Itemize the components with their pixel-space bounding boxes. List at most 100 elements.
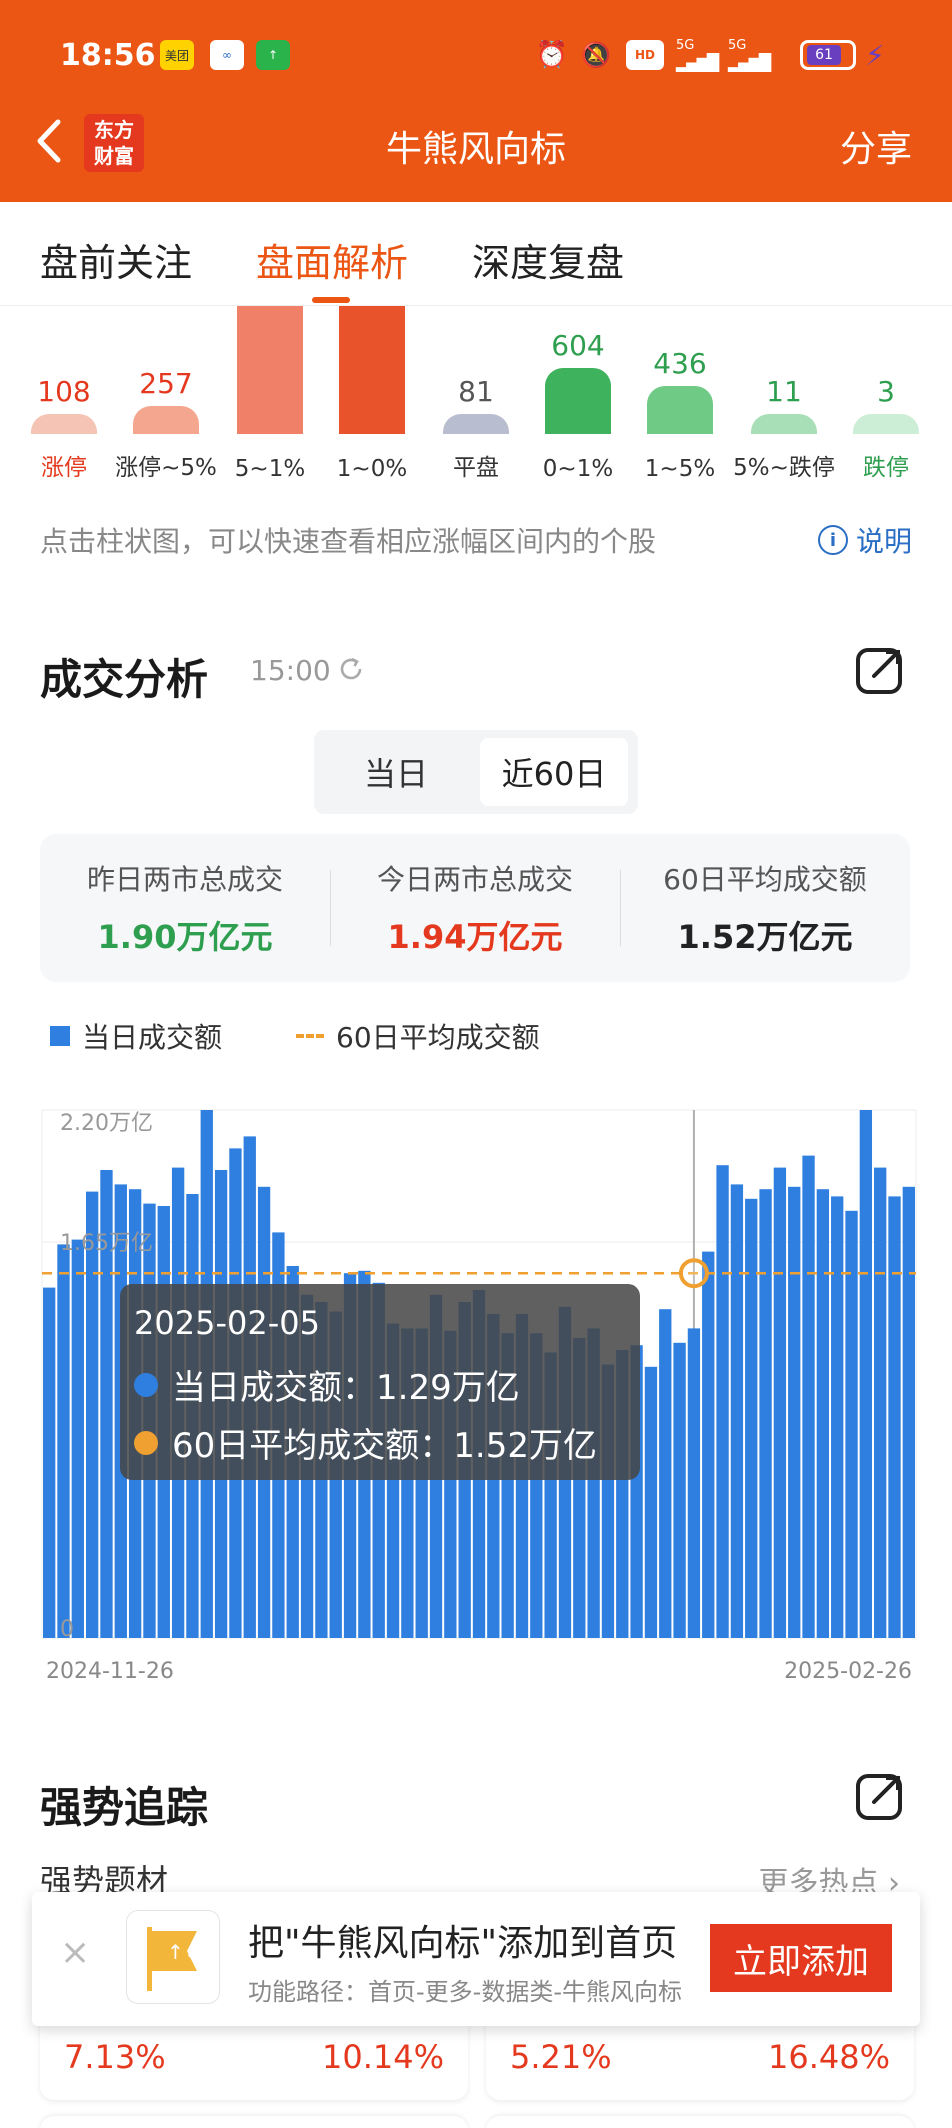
tooltip-avg-row: 60日平均成交额：1.52万亿 (134, 1418, 597, 1467)
legend-line-swatch (296, 1034, 325, 1038)
upload-app-icon: ↑ (256, 40, 290, 70)
meituan-app-icon: 美团 (160, 40, 194, 70)
turnover-bar[interactable] (802, 1155, 815, 1638)
turnover-bar[interactable] (888, 1196, 901, 1638)
turnover-bar[interactable] (730, 1184, 744, 1638)
add-to-home-banner: × ↑↓ 把"牛熊风向标"添加到首页 功能路径：首页-更多-数据类-牛熊风向标 … (32, 1892, 920, 2026)
turnover-bar[interactable] (745, 1198, 758, 1638)
turnover-bar[interactable] (43, 1287, 56, 1638)
strength-section-title: 强势追踪 (40, 1783, 209, 1832)
turnover-bar[interactable] (687, 1328, 701, 1638)
chart-legend: 当日成交额 60日平均成交额 (50, 1016, 540, 1056)
stat-label: 60日平均成交额 (663, 863, 867, 896)
tooltip-date: 2025-02-05 (134, 1304, 320, 1342)
turnover-bar[interactable] (759, 1189, 772, 1638)
signal-5g-label: 5G (676, 38, 695, 53)
info-icon: i (817, 525, 848, 555)
distribution-bar[interactable] (443, 414, 509, 434)
distribution-count: 436 (653, 347, 707, 380)
turnover-bar[interactable] (874, 1167, 887, 1638)
distribution-bar[interactable] (237, 306, 303, 434)
stat-60day-average: 60日平均成交额 1.52万亿元 (620, 858, 910, 958)
turnover-bar[interactable] (673, 1342, 686, 1638)
turnover-bar[interactable] (831, 1196, 844, 1638)
distribution-range-label: 1~5% (644, 456, 716, 482)
tooltip-avg-dot (134, 1430, 158, 1455)
signal-5g-icon: 5G ▂▄▆█ (676, 38, 719, 72)
banner-title: 把"牛熊风向标"添加到首页 (248, 1923, 678, 1964)
topic-cards: 7.13% 10.14% 5.21% 16.48% (0, 2010, 952, 2128)
distribution-range-label: 平盘 (453, 455, 499, 481)
tooltip-bar-dot (134, 1372, 158, 1397)
distribution-count: 108 (37, 375, 91, 408)
battery-level: 61 (807, 45, 841, 65)
turnover-bar[interactable] (845, 1210, 858, 1638)
refresh-icon[interactable] (336, 654, 366, 684)
legend-bar-label: 当日成交额 (82, 1021, 223, 1054)
turnover-bar[interactable] (659, 1309, 672, 1638)
page-title: 牛熊风向标 (385, 129, 566, 170)
add-now-button[interactable]: 立即添加 (710, 1924, 892, 1992)
turnover-bar[interactable] (788, 1186, 801, 1638)
mute-icon: 🔕 (581, 41, 611, 69)
distribution-range-label: 跌停 (863, 455, 909, 481)
turnover-bar[interactable] (816, 1189, 830, 1638)
topic-change: 10.14% (321, 2038, 444, 2076)
explain-link[interactable]: i 说明 (817, 520, 912, 560)
segment-60days[interactable]: 近60日 (480, 738, 628, 806)
turnover-bar[interactable] (57, 1244, 70, 1638)
y-tick-label: 2.20万亿 (60, 1111, 153, 1136)
distribution-bar[interactable] (751, 414, 817, 434)
distribution-hint: 点击柱状图，可以快速查看相应涨幅区间内的个股 (40, 525, 657, 558)
battery-icon: 61 (800, 40, 856, 70)
distribution-count: 11 (766, 375, 802, 408)
turnover-bar[interactable] (716, 1165, 729, 1638)
status-bar: 18:56 美团 ∞ ↑ ⏰ 🔕 HD 5G ▂▄▆█ 5G ▂▄▆█ 61 ⚡ (0, 34, 952, 78)
distribution-range-label: 涨停 (41, 455, 87, 481)
topic-card[interactable] (40, 2116, 468, 2128)
turnover-bar[interactable] (859, 1110, 873, 1638)
turnover-bar[interactable] (71, 1239, 84, 1638)
close-icon[interactable]: × (60, 1932, 90, 1973)
highlight-point (678, 1258, 709, 1289)
share-button[interactable]: 分享 (840, 120, 912, 172)
charging-icon: ⚡ (865, 38, 885, 72)
tab-market-analysis[interactable]: 盘面解析 (256, 232, 408, 287)
stat-value: 1.90万亿元 (97, 918, 273, 956)
external-link-icon[interactable] (854, 1770, 906, 1822)
tab-deep-review[interactable]: 深度复盘 (472, 232, 624, 287)
distribution-bar[interactable] (853, 414, 919, 434)
segment-today[interactable]: 当日 (322, 738, 470, 806)
external-link-icon[interactable] (854, 644, 906, 696)
turnover-bar[interactable] (773, 1167, 787, 1638)
app-shortcut-icon: ↑↓ (126, 1910, 220, 2004)
flag-icon: ↑↓ (147, 1927, 201, 1991)
main-tabs: 盘前关注 盘面解析 深度复盘 (0, 202, 952, 306)
tooltip-bar-value: 当日成交额：1.29万亿 (172, 1368, 520, 1408)
status-time: 18:56 (60, 38, 156, 73)
tab-premarket[interactable]: 盘前关注 (40, 232, 192, 287)
distribution-bar[interactable] (339, 306, 405, 434)
y-tick-label: 0 (60, 1617, 74, 1642)
change-distribution-chart: 108 涨停 257 涨停~5% 5~1% 1~0% 81 平盘 604 0~1% 436 1~5% 1… (0, 306, 952, 486)
distribution-bar[interactable] (31, 414, 97, 434)
topic-card[interactable] (486, 2116, 914, 2128)
distribution-range-label: 5%~跌停 (733, 455, 835, 481)
link-app-icon: ∞ (210, 40, 244, 70)
turnover-bar[interactable] (702, 1251, 715, 1638)
turnover-bar[interactable] (902, 1186, 915, 1638)
distribution-bar[interactable] (133, 406, 199, 434)
distribution-bar[interactable] (545, 368, 611, 434)
distribution-bar[interactable] (647, 386, 713, 434)
stat-today: 今日两市总成交 1.94万亿元 (330, 858, 620, 958)
distribution-range-label: 0~1% (542, 456, 614, 482)
svg-text:↑↓: ↑↓ (167, 1940, 201, 1964)
stat-yesterday: 昨日两市总成交 1.90万亿元 (40, 858, 330, 958)
explain-label: 说明 (855, 525, 912, 558)
turnover-summary: 昨日两市总成交 1.90万亿元 今日两市总成交 1.94万亿元 60日平均成交额… (40, 834, 910, 982)
turnover-bar[interactable] (644, 1366, 658, 1638)
turnover-bar[interactable] (85, 1191, 99, 1638)
update-time: 15:00 (250, 654, 331, 687)
legend-bar-swatch (50, 1026, 70, 1046)
app-header: 18:56 美团 ∞ ↑ ⏰ 🔕 HD 5G ▂▄▆█ 5G ▂▄▆█ 61 ⚡ 东… (0, 0, 952, 202)
